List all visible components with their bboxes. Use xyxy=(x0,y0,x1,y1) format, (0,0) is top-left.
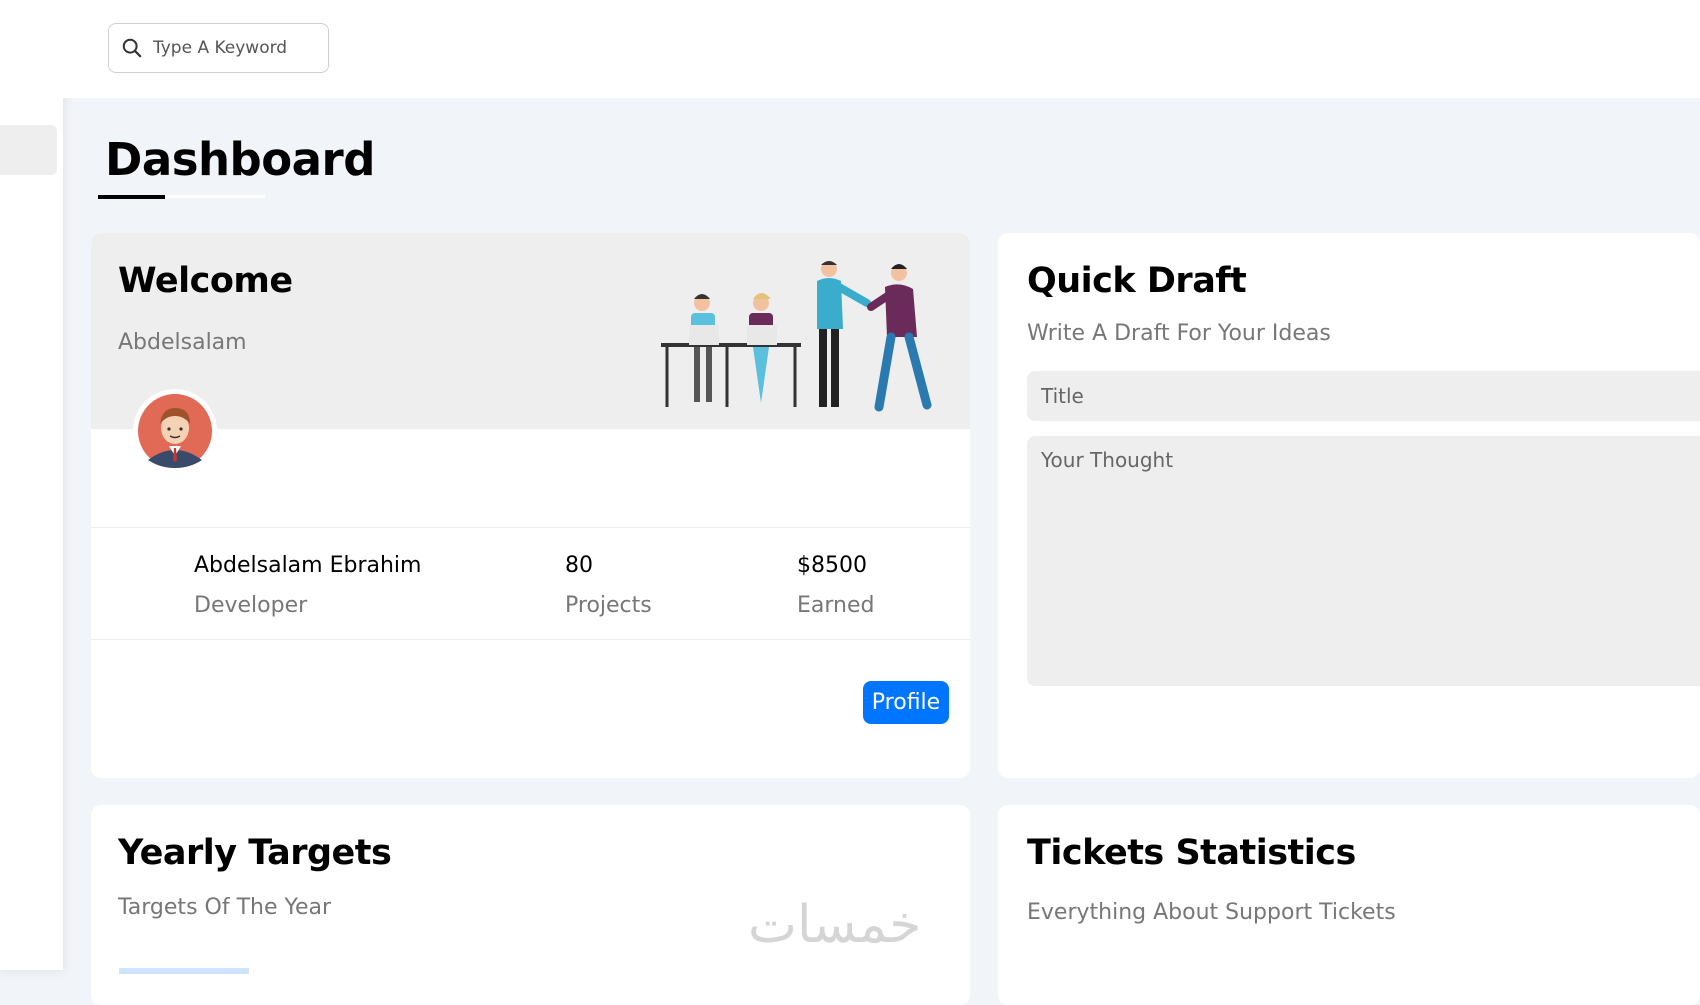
search-box[interactable] xyxy=(108,23,329,73)
tickets-statistics-card: Tickets Statistics Everything About Supp… xyxy=(998,805,1700,1005)
sidebar-item-active[interactable] xyxy=(0,125,57,175)
quick-draft-title: Quick Draft xyxy=(1027,261,1247,301)
draft-thought-field[interactable] xyxy=(1027,436,1700,686)
quick-draft-subtitle: Write A Draft For Your Ideas xyxy=(1027,321,1331,346)
quick-draft-card: Quick Draft Write A Draft For Your Ideas xyxy=(998,233,1700,778)
earned-label: Earned xyxy=(797,593,875,618)
avatar-icon xyxy=(138,394,212,468)
title-underline xyxy=(98,195,165,199)
welcome-title: Welcome xyxy=(118,261,293,301)
user-role: Developer xyxy=(194,593,308,618)
search-icon xyxy=(122,38,142,58)
welcome-card: Welcome Abdelsalam Abdelsalam Ebrahim De… xyxy=(91,233,970,778)
welcome-username: Abdelsalam xyxy=(118,330,247,355)
earned-value: $8500 xyxy=(797,553,867,578)
yearly-targets-title: Yearly Targets xyxy=(118,833,392,873)
projects-value: 80 xyxy=(565,553,593,578)
projects-label: Projects xyxy=(565,593,652,618)
welcome-divider-top xyxy=(91,527,970,528)
tickets-title: Tickets Statistics xyxy=(1027,833,1356,873)
team-illustration xyxy=(661,261,932,412)
draft-title-field[interactable] xyxy=(1027,371,1700,421)
search-input[interactable] xyxy=(151,37,315,59)
sidebar xyxy=(0,0,63,970)
yearly-targets-subtitle: Targets Of The Year xyxy=(118,895,332,920)
top-bar xyxy=(63,0,1700,98)
user-name: Abdelsalam Ebrahim xyxy=(194,553,422,578)
profile-button[interactable]: Profile xyxy=(863,681,949,724)
target-progress-bar xyxy=(119,968,249,974)
tickets-subtitle: Everything About Support Tickets xyxy=(1027,900,1396,925)
watermark-logo: خمسات xyxy=(748,895,922,955)
page-title: Dashboard xyxy=(105,133,375,186)
avatar xyxy=(133,389,217,473)
welcome-divider-bottom xyxy=(91,639,970,640)
